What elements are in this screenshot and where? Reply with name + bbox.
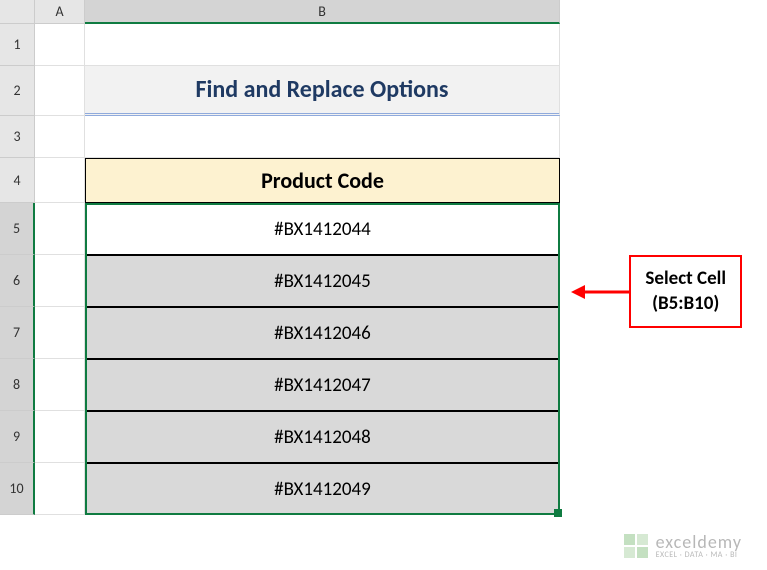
cell-b1[interactable] [85,24,560,66]
row-header-10[interactable]: 10 [0,463,35,515]
cell-a1[interactable] [35,24,85,66]
cells-area: Find and Replace Options Product Code #B… [35,24,560,515]
cell-a5[interactable] [35,203,85,255]
watermark-tagline: EXCEL · DATA · MA · BI [656,551,742,559]
cell-b7[interactable]: #BX1412046 [85,307,560,359]
title-cell[interactable]: Find and Replace Options [85,66,560,116]
cell-b8[interactable]: #BX1412047 [85,359,560,411]
callout-line1: Select Cell [645,267,726,292]
arrow-left-icon [571,282,631,302]
cell-b5[interactable]: #BX1412044 [85,203,560,255]
cell-a7[interactable] [35,307,85,359]
cell-a8[interactable] [35,359,85,411]
cell-a6[interactable] [35,255,85,307]
cell-b6[interactable]: #BX1412045 [85,255,560,307]
cell-a10[interactable] [35,463,85,515]
row-header-4[interactable]: 4 [0,158,35,203]
column-header-b[interactable]: B [85,0,560,24]
row-header-7[interactable]: 7 [0,307,35,359]
row-header-3[interactable]: 3 [0,116,35,158]
row-header-8[interactable]: 8 [0,359,35,411]
row-header-9[interactable]: 9 [0,411,35,463]
column-header-row: A B [35,0,560,24]
annotation-callout: Select Cell (B5:B10) [571,255,742,328]
cell-a9[interactable] [35,411,85,463]
spreadsheet-grid: 1 2 3 4 5 6 7 8 9 10 A B Find and Replac… [0,0,560,515]
cell-a3[interactable] [35,116,85,158]
row-header-2[interactable]: 2 [0,66,35,116]
watermark-logo-icon [622,532,650,560]
cell-b3[interactable] [85,116,560,158]
watermark-text: exceldemy EXCEL · DATA · MA · BI [656,533,742,559]
row-header-1[interactable]: 1 [0,24,35,66]
row-header-gutter: 1 2 3 4 5 6 7 8 9 10 [0,0,35,515]
callout-box: Select Cell (B5:B10) [629,255,742,328]
select-all-corner[interactable] [0,0,35,24]
cell-b10[interactable]: #BX1412049 [85,463,560,515]
cell-a2[interactable] [35,66,85,116]
watermark-brand: exceldemy [656,533,742,551]
table-header-cell[interactable]: Product Code [85,158,560,203]
cell-a4[interactable] [35,158,85,203]
row-header-5[interactable]: 5 [0,203,35,255]
cell-b9[interactable]: #BX1412048 [85,411,560,463]
callout-line2: (B5:B10) [645,292,726,317]
column-header-a[interactable]: A [35,0,85,24]
row-header-6[interactable]: 6 [0,255,35,307]
watermark: exceldemy EXCEL · DATA · MA · BI [622,532,742,560]
